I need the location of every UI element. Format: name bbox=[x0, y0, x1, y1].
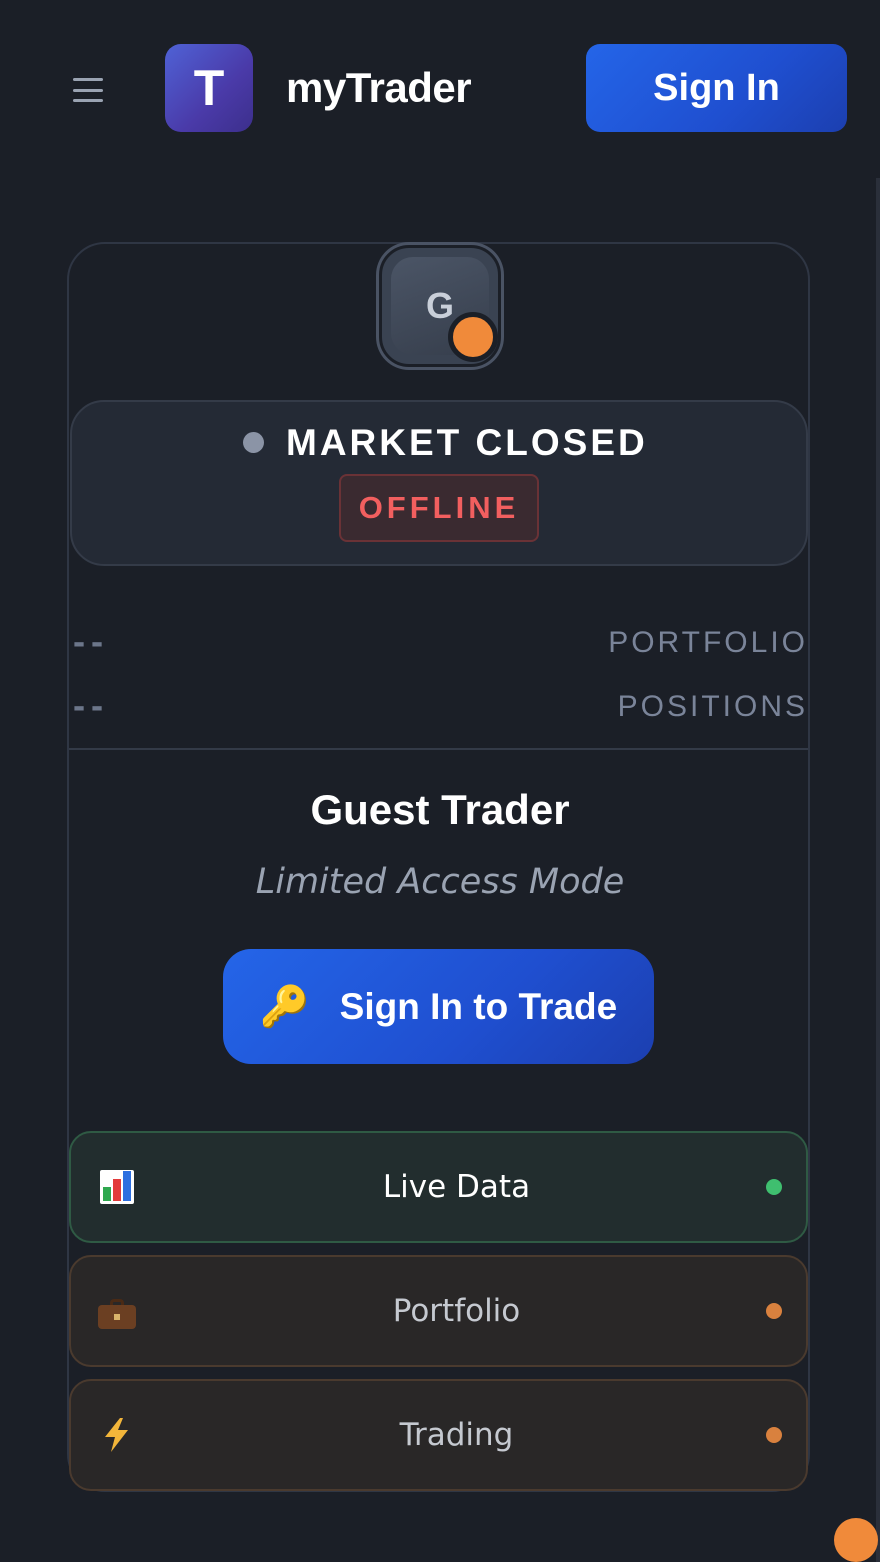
feature-portfolio[interactable]: Portfolio bbox=[69, 1255, 808, 1367]
portfolio-value: -- bbox=[70, 626, 107, 661]
hamburger-menu-icon[interactable] bbox=[70, 74, 106, 106]
feature-label: Portfolio bbox=[392, 1293, 521, 1329]
status-dot bbox=[766, 1427, 782, 1443]
divider bbox=[69, 748, 808, 750]
access-mode: Limited Access Mode bbox=[255, 862, 625, 902]
sign-in-to-trade-label: Sign In to Trade bbox=[339, 985, 618, 1027]
app-title: myTrader bbox=[286, 64, 472, 111]
avatar-status-dot bbox=[448, 312, 498, 362]
status-dot bbox=[766, 1179, 782, 1195]
portfolio-label: PORTFOLIO bbox=[608, 626, 808, 659]
feature-label: Live Data bbox=[382, 1169, 531, 1205]
key-icon: 🔑 bbox=[259, 985, 310, 1029]
feature-live-data[interactable]: Live Data bbox=[69, 1131, 808, 1243]
sign-in-button[interactable]: Sign In bbox=[586, 44, 847, 132]
app-header: T myTrader Sign In bbox=[0, 0, 880, 178]
feature-label: Trading bbox=[399, 1417, 514, 1453]
positions-value: -- bbox=[70, 690, 107, 725]
positions-label: POSITIONS bbox=[617, 690, 808, 723]
user-name: Guest Trader bbox=[310, 786, 570, 833]
status-dot bbox=[766, 1303, 782, 1319]
feature-trading[interactable]: Trading bbox=[69, 1379, 808, 1491]
sign-in-to-trade-button[interactable]: 🔑 Sign In to Trade bbox=[223, 949, 654, 1064]
app-logo: T bbox=[165, 44, 253, 132]
offline-badge: OFFLINE bbox=[339, 474, 539, 542]
notification-dot[interactable] bbox=[834, 1518, 878, 1562]
market-status-text: MARKET CLOSED bbox=[286, 422, 648, 463]
market-status-dot bbox=[243, 432, 264, 453]
